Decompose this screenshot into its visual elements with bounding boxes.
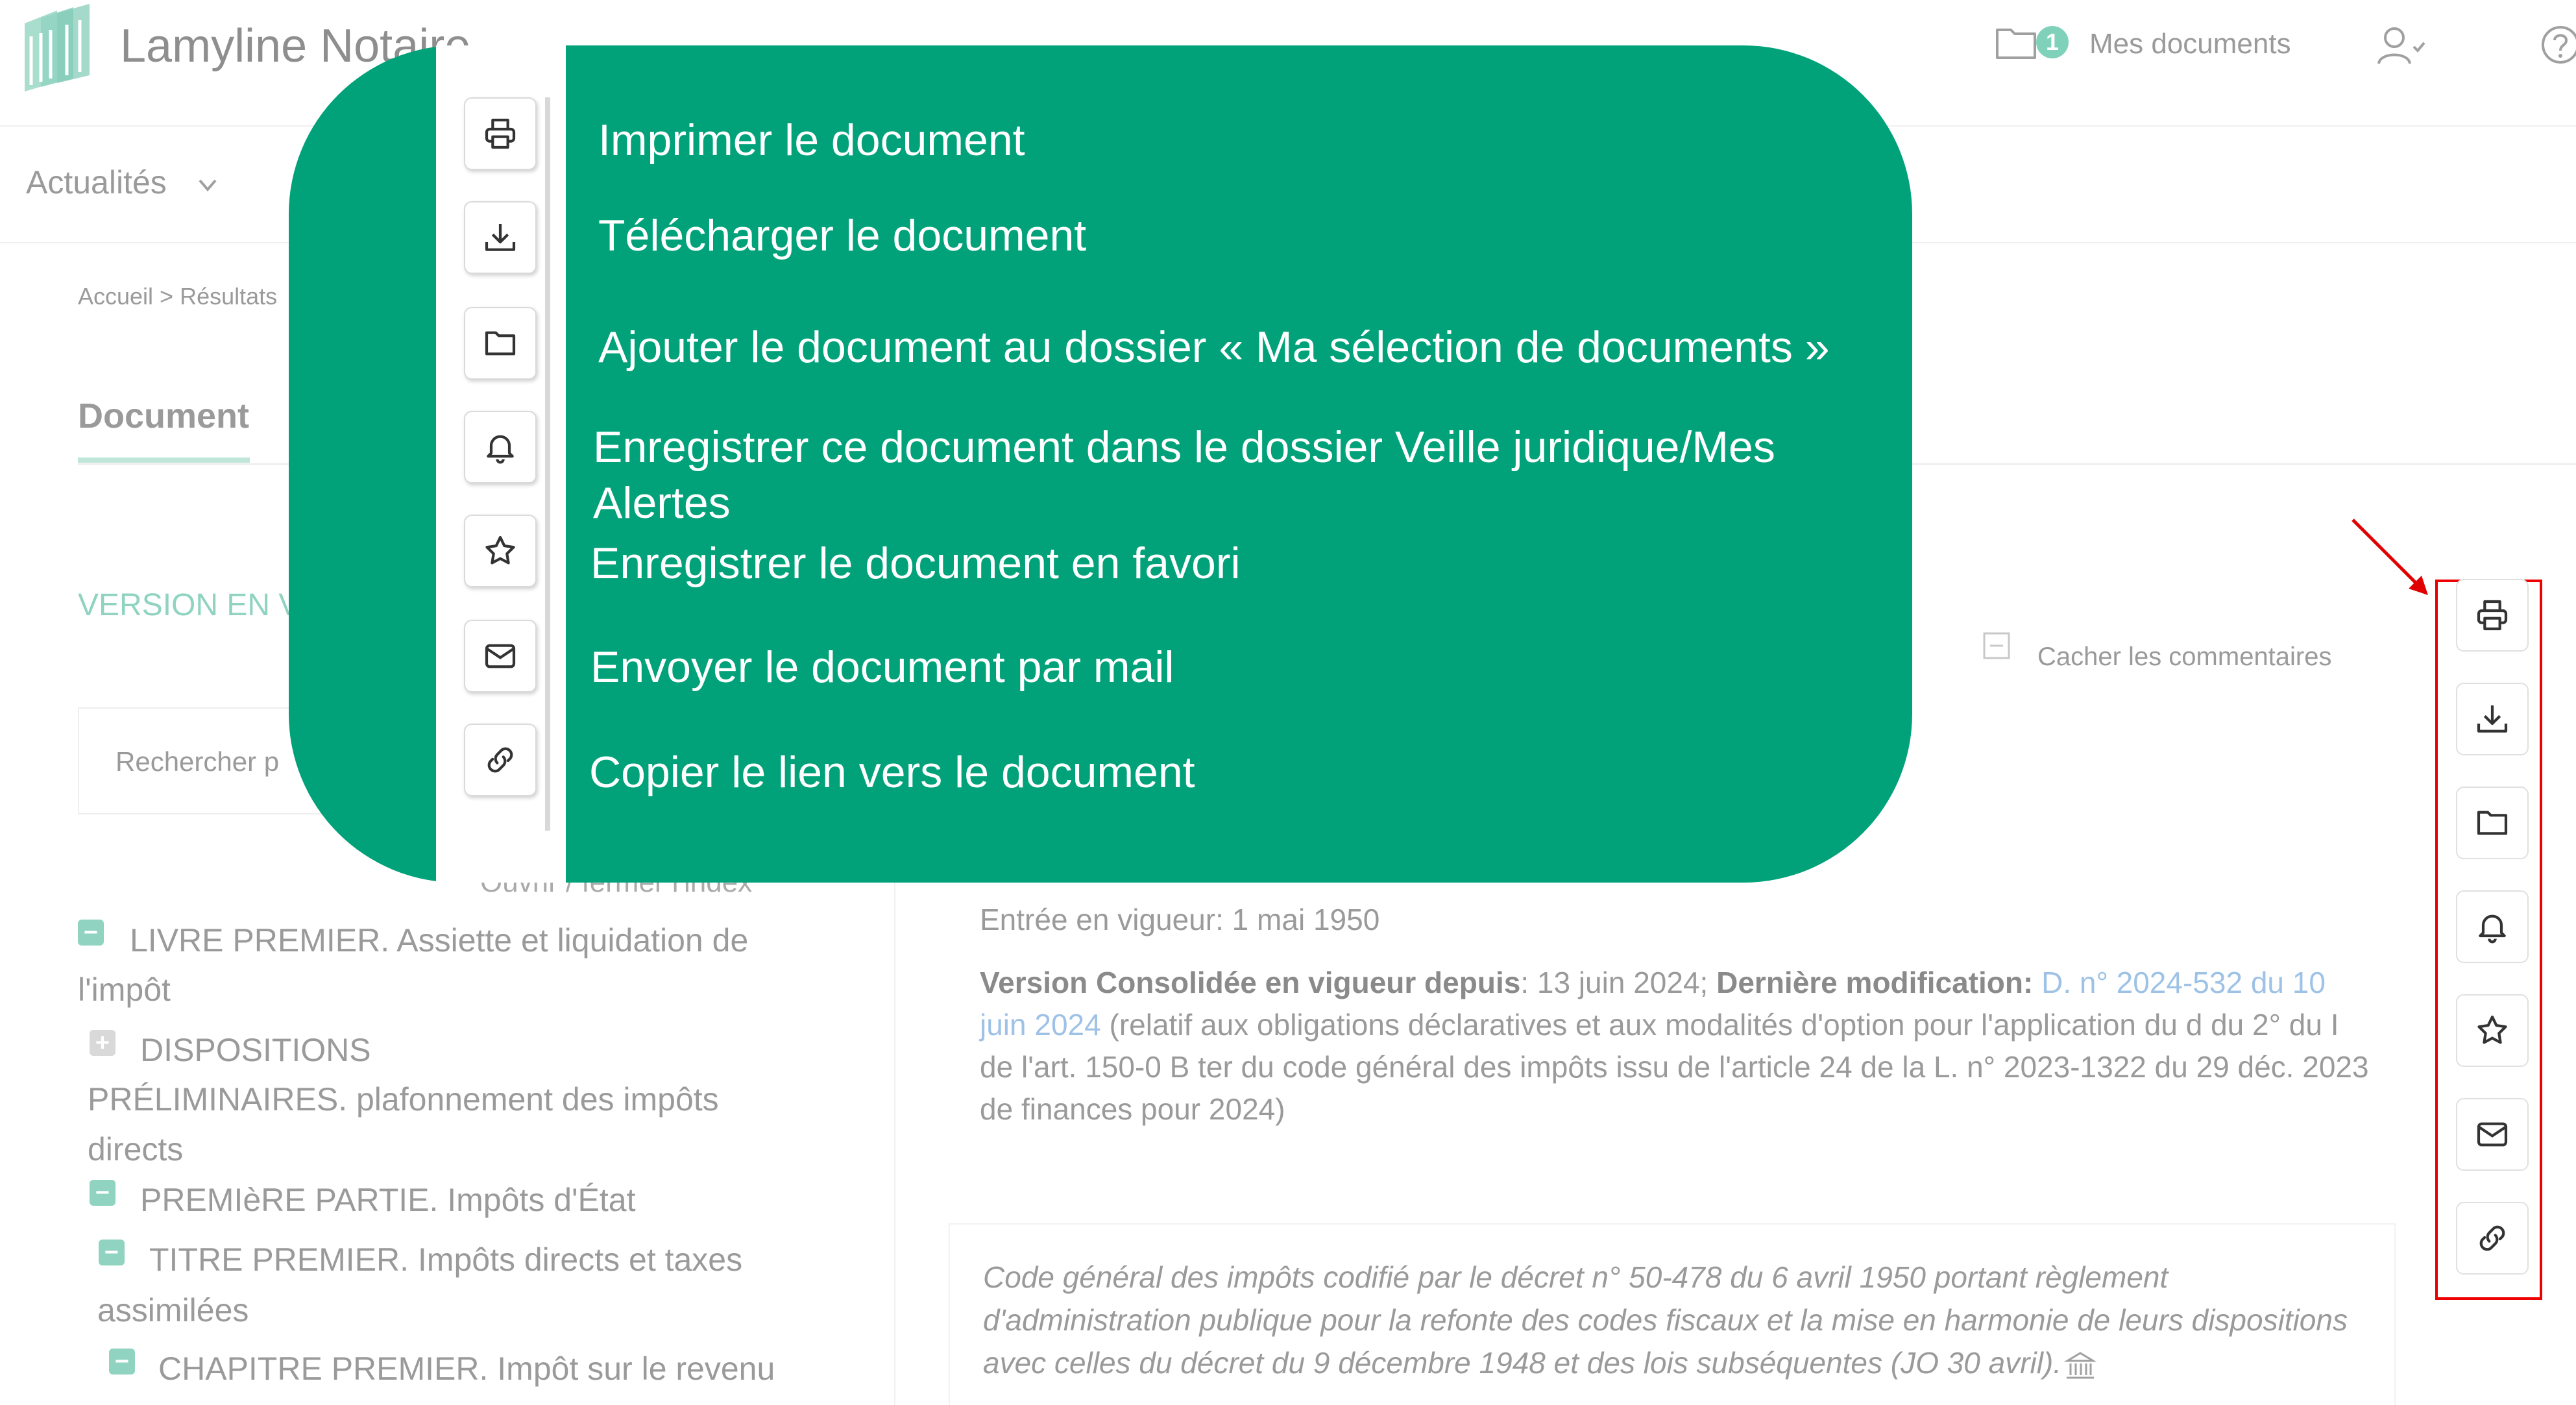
tree-toggle-collapse[interactable]: − (109, 1349, 135, 1374)
tree-node-label[interactable]: TITRE PREMIER. Impôts directs et taxes (149, 1234, 742, 1285)
search-placeholder: Rechercher p (115, 746, 280, 777)
callout-label-print: Imprimer le document (598, 116, 1025, 165)
bell-icon (487, 435, 514, 464)
breadcrumb[interactable]: Accueil > Résultats (78, 283, 277, 310)
callout-label-favorite: Enregistrer le document en favori (590, 539, 1241, 588)
callout-folder-button (464, 307, 537, 380)
callout-label-mail: Envoyer le document par mail (590, 642, 1174, 692)
callout-mail-button (464, 620, 537, 692)
tree-toggle-expand[interactable]: + (90, 1030, 115, 1056)
print-icon (2477, 600, 2508, 631)
callout-label-download: Télécharger le document (598, 211, 1087, 260)
callout-print-button (464, 97, 537, 170)
download-icon (485, 224, 516, 251)
chevron-down-icon[interactable] (196, 175, 219, 195)
folder-icon (2477, 811, 2508, 835)
email-button[interactable] (2456, 1098, 2529, 1171)
my-documents-link[interactable]: Mes documents (2089, 28, 2291, 60)
in-force-date: Entrée en vigueur: 1 mai 1950 (980, 903, 1380, 936)
link-icon (487, 747, 513, 773)
callout-strip-shadow (545, 97, 550, 831)
collapse-icon[interactable] (1982, 631, 2011, 660)
tree-node-label[interactable]: LIVRE PREMIER. Assiette et liquidation d… (130, 915, 748, 966)
tree-node-label[interactable]: assimilées (97, 1285, 249, 1336)
consolidated-date: : 13 juin 2024; (1520, 966, 1708, 999)
consolidated-label: Version Consolidée en vigueur depuis (980, 966, 1521, 999)
comment-body: Code général des impôts codifié par le d… (983, 1260, 2348, 1380)
add-to-folder-button[interactable] (2456, 787, 2529, 859)
tree-toggle-collapse[interactable]: − (99, 1240, 125, 1265)
nav-item-actualites[interactable]: Actualités (26, 164, 167, 201)
institution-icon (2064, 1349, 2097, 1382)
callout-label-alert: Enregistrer ce document dans le dossier … (593, 422, 1775, 528)
tree-node-label[interactable]: l'impôt (78, 964, 171, 1015)
last-modification-detail: (relatif aux obligations déclaratives et… (980, 1008, 2369, 1126)
tree-node-label[interactable]: directs (88, 1124, 183, 1175)
print-icon (485, 118, 516, 149)
user-account-icon[interactable] (2375, 25, 2427, 66)
help-icon[interactable] (2540, 25, 2576, 65)
callout-label-link: Copier le lien vers le document (589, 748, 1195, 797)
mail-icon (485, 644, 516, 668)
print-button[interactable] (2456, 579, 2529, 652)
alert-button[interactable] (2456, 890, 2529, 963)
folder-icon (485, 331, 516, 356)
folder-icon[interactable] (1995, 25, 2037, 60)
column-divider (894, 863, 895, 1405)
tab-document[interactable]: Document (78, 396, 249, 436)
star-icon (2477, 1015, 2507, 1044)
download-icon (2477, 705, 2508, 733)
comment-text: Code général des impôts codifié par le d… (983, 1256, 2378, 1384)
tree-node-label[interactable]: CHAPITRE PREMIER. Impôt sur le revenu (158, 1343, 775, 1394)
lamyline-logo-icon[interactable] (18, 4, 109, 95)
star-icon (485, 535, 515, 565)
mail-icon (2477, 1122, 2508, 1147)
bell-icon (2479, 914, 2506, 944)
tree-toggle-collapse[interactable]: − (90, 1180, 115, 1206)
documents-count-badge: 1 (2036, 26, 2069, 58)
callout-link-button (464, 724, 537, 796)
tree-node-label[interactable]: PREMIèRE PARTIE. Impôts d'État (140, 1175, 636, 1225)
callout-star-button (464, 515, 537, 587)
callout-label-folder: Ajouter le document au dossier « Ma séle… (598, 323, 1830, 372)
callout-download-button (464, 201, 537, 274)
tree-node-label[interactable]: PRÉLIMINAIRES. plafonnement des impôts (88, 1074, 719, 1125)
version-label[interactable]: VERSION EN V (78, 587, 299, 623)
consolidated-version-info: Version Consolidée en vigueur depuis: 13… (980, 962, 2375, 1130)
copy-link-button[interactable] (2456, 1202, 2529, 1275)
red-arrow-annotation (2349, 516, 2433, 600)
tree-node-label[interactable]: DISPOSITIONS (140, 1025, 371, 1075)
callout-bell-button (464, 411, 537, 483)
download-button[interactable] (2456, 683, 2529, 755)
tree-toggle-collapse[interactable]: − (78, 920, 104, 946)
link-icon (2479, 1225, 2505, 1251)
active-tab-indicator (78, 458, 250, 463)
hide-comments-toggle[interactable]: Cacher les commentaires (2037, 642, 2332, 672)
last-modification-label: Dernière modification: (1716, 966, 2034, 999)
favorite-button[interactable] (2456, 994, 2529, 1067)
